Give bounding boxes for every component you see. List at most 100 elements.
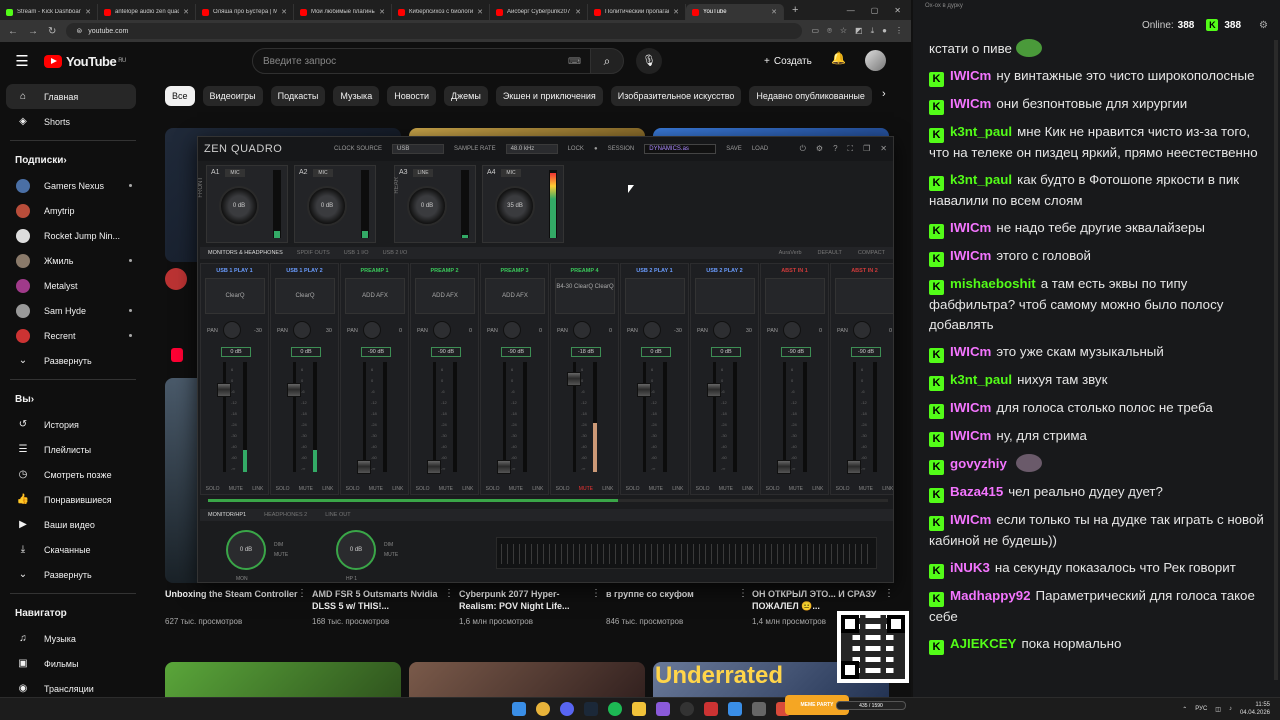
sidebar-item-subscription[interactable]: Gamers Nexus — [6, 173, 136, 198]
afx-slot[interactable]: ClearQ — [275, 278, 335, 314]
keyboard-icon[interactable]: ⌨ — [568, 56, 581, 67]
volume-readout[interactable]: -90 dB — [361, 347, 391, 357]
monitor-tab[interactable]: LINE OUT — [325, 512, 350, 518]
fader-handle[interactable] — [637, 382, 651, 397]
site-info-icon[interactable]: ⊜ — [76, 27, 82, 35]
preamp-mode-select[interactable]: MIC — [225, 169, 245, 177]
network-icon[interactable]: ◫ — [1215, 706, 1221, 713]
app-icon[interactable] — [704, 702, 718, 716]
mixer-tab[interactable]: MONITORS & HEADPHONES — [208, 250, 283, 256]
strip-solo-button[interactable]: SOLO — [486, 486, 500, 492]
strip-link-button[interactable]: LINK — [322, 486, 333, 492]
windows-start-icon[interactable] — [512, 702, 526, 716]
tab-close-icon[interactable]: ✕ — [281, 8, 287, 16]
sidebar-item-nav[interactable]: ♫ Музыка — [6, 626, 136, 651]
tab-close-icon[interactable]: ✕ — [771, 8, 777, 16]
strip-link-button[interactable]: LINK — [672, 486, 683, 492]
afx-slot[interactable]: ADD AFX — [345, 278, 405, 314]
chat-username[interactable]: iNUK3 — [950, 560, 990, 575]
video-title[interactable]: Cyberpunk 2077 Hyper-Realism: POV Night … — [459, 588, 595, 612]
strip-mute-button[interactable]: MUTE — [229, 486, 243, 492]
sidebar-item-you[interactable]: 👍 Понравившиеся — [6, 487, 136, 512]
url-field[interactable]: ⊜ youtube.com — [66, 23, 802, 39]
sample-rate-select[interactable]: 48.0 kHz — [505, 144, 558, 154]
strip-mute-button[interactable]: MUTE — [299, 486, 313, 492]
mixer-tab[interactable]: USB 2 I/O — [383, 250, 408, 256]
spotify-icon[interactable] — [608, 702, 622, 716]
afx-slot[interactable] — [835, 278, 893, 314]
fader-handle[interactable] — [427, 459, 441, 474]
chat-username[interactable]: IWICm — [950, 512, 991, 527]
youtube-logo[interactable]: YouTube RU — [44, 54, 126, 69]
sidebar-item-subscription[interactable]: Rocket Jump Nin... — [6, 223, 136, 248]
volume-readout[interactable]: -90 dB — [851, 347, 881, 357]
browser-tab[interactable]: YouTube ✕ — [686, 4, 784, 20]
chip-filter[interactable]: Музыка — [333, 86, 380, 106]
strip-solo-button[interactable]: SOLO — [696, 486, 710, 492]
strip-solo-button[interactable]: SOLO — [556, 486, 570, 492]
video-title[interactable]: ОН ОТКРЫЛ ЭТО... И СРАЗУ ПОЖАЛЕЛ 😐... — [752, 588, 888, 612]
strip-mute-button[interactable]: MUTE — [439, 486, 453, 492]
browser-tab[interactable]: Киберпсихоз с биологии...✕ — [392, 4, 490, 20]
video-title[interactable]: AMD FSR 5 Outsmarts Nvidia DLSS 5 w/ THI… — [312, 588, 448, 612]
avatar[interactable] — [865, 50, 886, 71]
voice-search-button[interactable]: 🎙 — [636, 48, 662, 74]
afx-slot[interactable]: ADD AFX — [485, 278, 545, 314]
power-icon[interactable]: ⏻ — [800, 144, 806, 154]
translate-icon[interactable]: ⌾ — [827, 26, 832, 36]
browser-tab[interactable]: Оляша про Бустера | Мне не ... ✕ — [196, 4, 294, 20]
preamp-gain-knob[interactable]: 0 dB — [219, 186, 259, 226]
video-card[interactable]: Unboxing the Steam Controller 627 тыс. пр… — [165, 588, 307, 626]
chrome-icon[interactable] — [536, 702, 550, 716]
sidebar-item-home[interactable]: ⌂ Главная — [6, 84, 136, 109]
volume-readout[interactable]: 0 dB — [221, 347, 251, 357]
mixer-view-option[interactable]: DEFAULT — [818, 250, 842, 256]
search-input[interactable]: Введите запрос ⌨ — [252, 48, 592, 74]
mixer-view-option[interactable]: COMPACT — [858, 250, 885, 256]
chip-filter[interactable]: Новости — [387, 86, 437, 106]
subscriptions-heading[interactable]: Подписки › — [0, 147, 150, 173]
gear-icon[interactable]: ⚙ — [816, 144, 823, 154]
chat-username[interactable]: AJIEKCEY — [950, 636, 1017, 651]
strip-link-button[interactable]: LINK — [252, 486, 263, 492]
strip-link-button[interactable]: LINK — [882, 486, 893, 492]
mixer-tab[interactable]: SPDIF OUTS — [297, 250, 330, 256]
preamp-mode-select[interactable]: MIC — [313, 169, 333, 177]
pan-knob[interactable] — [643, 321, 661, 339]
bookmark-star-icon[interactable]: ☆ — [840, 26, 847, 36]
strip-solo-button[interactable]: SOLO — [766, 486, 780, 492]
chat-username[interactable]: IWICm — [950, 344, 991, 359]
chat-username[interactable]: k3nt_paul — [950, 372, 1012, 387]
help-icon[interactable]: ? — [833, 144, 837, 154]
mixer-scrollbar[interactable] — [208, 499, 888, 502]
browser-tab[interactable]: Айсберг Cyberpunk2077... ✕ — [490, 4, 588, 20]
chip-filter[interactable]: Видеоигры — [202, 86, 263, 106]
afx-slot[interactable] — [695, 278, 755, 314]
download-icon[interactable]: ⤓ — [871, 26, 875, 36]
fullscreen-icon[interactable]: ⛶ — [848, 144, 854, 154]
new-tab-button[interactable]: + — [792, 4, 798, 16]
cast-icon[interactable]: ▭ — [812, 26, 820, 36]
preamp-mode-select[interactable]: LINE — [413, 169, 433, 177]
strip-mute-button[interactable]: MUTE — [649, 486, 663, 492]
monitor-tab[interactable]: HEADPHONES 2 — [264, 512, 307, 518]
mixer-view-option[interactable]: AuraVerb — [779, 250, 802, 256]
session-field[interactable]: DYNAMICS.as — [644, 144, 717, 154]
monitor-volume-knob[interactable]: 0 dB — [226, 530, 266, 570]
strip-link-button[interactable]: LINK — [532, 486, 543, 492]
volume-readout[interactable]: -90 dB — [501, 347, 531, 357]
volume-readout[interactable]: -90 dB — [781, 347, 811, 357]
back-icon[interactable]: ← — [8, 26, 18, 37]
afx-slot[interactable] — [625, 278, 685, 314]
video-title[interactable]: Unboxing the Steam Controller — [165, 588, 301, 612]
tab-close-icon[interactable]: ✕ — [183, 8, 189, 16]
strip-solo-button[interactable]: SOLO — [276, 486, 290, 492]
sidebar-item-subscription[interactable]: Жмиль — [6, 248, 136, 273]
strip-mute-button[interactable]: MUTE — [859, 486, 873, 492]
browser-tab[interactable]: Stream - Kick Dashboard ✕ — [0, 4, 98, 20]
mute-button[interactable]: MUTE — [274, 550, 288, 560]
sidebar-item-you[interactable]: ◷ Смотреть позже — [6, 462, 136, 487]
clock[interactable]: 11:55 04.04.2026 — [1240, 701, 1270, 717]
profile-icon[interactable]: ● — [882, 26, 887, 36]
video-title[interactable]: в группе со скуфом — [606, 588, 742, 612]
